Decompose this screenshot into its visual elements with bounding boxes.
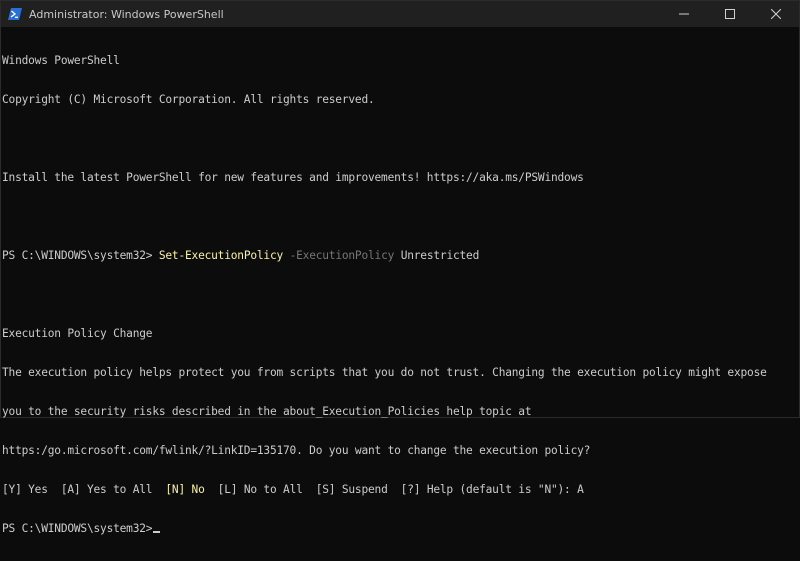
prompt: PS C:\WINDOWS\system32> [2,249,159,262]
command-value: Unrestricted [394,249,480,262]
powershell-icon[interactable] [8,7,22,21]
window-controls [661,1,799,27]
powershell-window: Administrator: Windows PowerShell Window… [0,0,800,535]
console-line: Copyright (C) Microsoft Corporation. All… [2,93,375,106]
choice-line: [Y] Yes [A] Yes to All [N] No [L] No to … [2,483,782,496]
scrollbar[interactable] [784,28,798,417]
choice-options-rest: [L] No to All [S] Suspend [?] Help (defa… [204,483,584,496]
maximize-icon [725,9,735,19]
console-line: you to the security risks described in t… [2,405,532,418]
prompt: PS C:\WINDOWS\system32> [2,522,153,535]
title-bar[interactable]: Administrator: Windows PowerShell [1,1,799,27]
choice-options: [Y] Yes [A] Yes to All [2,483,166,496]
command-name: Set-ExecutionPolicy [158,249,284,262]
window-title: Administrator: Windows PowerShell [29,7,224,21]
active-prompt-line[interactable]: PS C:\WINDOWS\system32> [2,522,782,535]
minimize-button[interactable] [661,1,707,27]
console-line: https:/go.microsoft.com/fwlink/?LinkID=1… [2,444,591,457]
minimize-icon [679,13,689,15]
close-button[interactable] [753,1,799,27]
console-line: Install the latest PowerShell for new fe… [2,171,584,184]
prompt-heading: Execution Policy Change [2,327,153,340]
maximize-button[interactable] [707,1,753,27]
text-cursor [153,531,161,533]
console-line: The execution policy helps protect you f… [2,366,767,379]
close-icon [771,9,781,19]
choice-default: [N] No [165,483,205,496]
command-line: PS C:\WINDOWS\system32> Set-ExecutionPol… [2,249,782,262]
console-output[interactable]: Windows PowerShell Copyright (C) Microso… [2,28,782,535]
console-line: Windows PowerShell [2,54,120,67]
command-parameter: -ExecutionPolicy [283,249,395,262]
